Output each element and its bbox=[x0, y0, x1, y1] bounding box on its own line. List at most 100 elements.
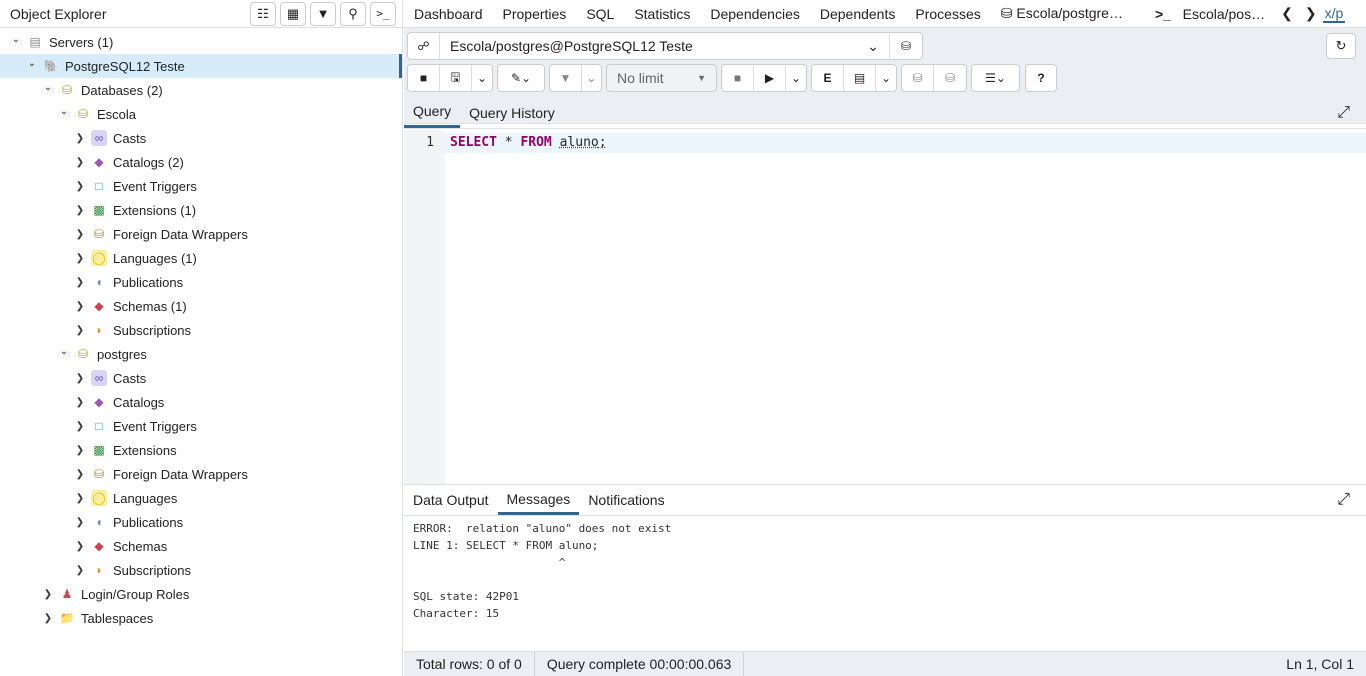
chevron-right-icon[interactable]: ❯ bbox=[73, 181, 87, 192]
tree-item[interactable]: ❯ ◖ Publications bbox=[0, 270, 402, 294]
sql-editor[interactable]: 1 SELECT * FROM aluno; bbox=[404, 130, 1366, 484]
tab-messages[interactable]: Messages bbox=[497, 485, 580, 515]
execute-button[interactable]: ▶ bbox=[754, 65, 786, 91]
tab-dashboard[interactable]: Dashboard bbox=[404, 6, 493, 22]
open-file-button[interactable]: ■ bbox=[408, 65, 440, 91]
save-file-button[interactable]: 🖫 bbox=[440, 65, 472, 91]
chevron-right-icon[interactable]: ❯ bbox=[73, 493, 87, 504]
tab-dependencies[interactable]: Dependencies bbox=[700, 6, 810, 22]
expand-icon[interactable]: ⤢ bbox=[1337, 491, 1350, 509]
chevron-right-icon[interactable]: ❯ bbox=[73, 469, 87, 480]
tab-active-partial[interactable]: x/p bbox=[1322, 5, 1346, 23]
tree-item[interactable]: ❯ ◆ Catalogs bbox=[0, 390, 402, 414]
tree-item[interactable]: ❯ ◆ Schemas (1) bbox=[0, 294, 402, 318]
tab-properties[interactable]: Properties bbox=[493, 6, 577, 22]
tree-item-label: Escola bbox=[97, 106, 137, 122]
tab-dependents[interactable]: Dependents bbox=[810, 6, 906, 22]
tree-item-label: Login/Group Roles bbox=[81, 586, 190, 602]
tab-scroll-left[interactable]: ❮ bbox=[1275, 5, 1299, 22]
tab-statistics[interactable]: Statistics bbox=[624, 6, 700, 22]
tree-item[interactable]: ❯ ⛁ Foreign Data Wrappers bbox=[0, 462, 402, 486]
tree-item[interactable]: ⌄ 🐘 PostgreSQL12 Teste bbox=[0, 54, 402, 78]
chevron-right-icon[interactable]: ❯ bbox=[73, 445, 87, 456]
connection-status-icon[interactable]: ☍ bbox=[408, 33, 440, 59]
chevron-right-icon[interactable]: ❯ bbox=[41, 589, 55, 600]
filter-rows-button[interactable]: ▼ bbox=[310, 1, 336, 26]
chevron-right-icon[interactable]: ❯ bbox=[73, 541, 87, 552]
execute-options-dropdown[interactable]: ⌄ bbox=[786, 65, 806, 91]
tree-item[interactable]: ⌄ ⛁ postgres bbox=[0, 342, 402, 366]
tree-item[interactable]: ⌄ ⛁ Escola bbox=[0, 102, 402, 126]
view-data-button[interactable]: ▦ bbox=[280, 1, 306, 26]
tab-sql[interactable]: SQL bbox=[576, 6, 624, 22]
edit-dropdown[interactable]: ✎⌄ bbox=[497, 64, 545, 92]
chevron-down-icon[interactable]: ⌄ bbox=[41, 82, 55, 93]
tree-item[interactable]: ❯ ◆ Catalogs (2) bbox=[0, 150, 402, 174]
query-tool-button[interactable]: ☷ bbox=[250, 1, 276, 26]
tab-psql[interactable]: >_ Escola/pos… bbox=[1133, 6, 1275, 22]
help-button[interactable]: ? bbox=[1025, 64, 1057, 92]
save-options-dropdown[interactable]: ⌄ bbox=[472, 65, 492, 91]
chevron-down-icon[interactable]: ⌄ bbox=[25, 58, 39, 69]
tab-processes[interactable]: Processes bbox=[905, 6, 990, 22]
chevron-right-icon[interactable]: ❯ bbox=[73, 253, 87, 264]
macros-dropdown[interactable]: ☰⌄ bbox=[971, 64, 1020, 92]
explain-analyze-button[interactable]: ▤ bbox=[844, 65, 876, 91]
chevron-down-icon[interactable]: ⌄ bbox=[57, 106, 71, 117]
tree-item[interactable]: ❯ ▩ Extensions bbox=[0, 438, 402, 462]
tree-item[interactable]: ❯ ◗ Subscriptions bbox=[0, 318, 402, 342]
tree-item[interactable]: ❯ ◆ Schemas bbox=[0, 534, 402, 558]
expand-icon[interactable]: ⤢ bbox=[1337, 104, 1350, 122]
tree-item[interactable]: ⌄ ⛁ Databases (2) bbox=[0, 78, 402, 102]
rollback-button[interactable]: ⛁ bbox=[934, 65, 966, 91]
chevron-right-icon[interactable]: ❯ bbox=[73, 133, 87, 144]
tree-item[interactable]: ❯ ◯ Languages (1) bbox=[0, 246, 402, 270]
stop-button[interactable]: ■ bbox=[722, 65, 754, 91]
tab-data-output[interactable]: Data Output bbox=[404, 485, 498, 515]
tree-item[interactable]: ❯ ◖ Publications bbox=[0, 510, 402, 534]
chevron-right-icon[interactable]: ❯ bbox=[73, 565, 87, 576]
chevron-right-icon[interactable]: ❯ bbox=[73, 229, 87, 240]
refresh-button[interactable]: ↻ bbox=[1326, 33, 1356, 59]
tree-item[interactable]: ❯ ∞ Casts bbox=[0, 126, 402, 150]
chevron-right-icon[interactable]: ❯ bbox=[73, 325, 87, 336]
chevron-right-icon[interactable]: ❯ bbox=[73, 373, 87, 384]
tree-item[interactable]: ❯ ▩ Extensions (1) bbox=[0, 198, 402, 222]
tree-item[interactable]: ⌄ ▤ Servers (1) bbox=[0, 30, 402, 54]
tree-item[interactable]: ❯ ♟ Login/Group Roles bbox=[0, 582, 402, 606]
tab-query-history[interactable]: Query History bbox=[460, 97, 564, 128]
tree-item[interactable]: ❯ □ Event Triggers bbox=[0, 414, 402, 438]
row-limit-select[interactable]: No limit ▼ bbox=[606, 64, 717, 92]
psql-tool-button[interactable]: >_ bbox=[370, 1, 396, 26]
chevron-right-icon[interactable]: ❯ bbox=[73, 397, 87, 408]
chevron-down-icon[interactable]: ⌄ bbox=[57, 346, 71, 357]
tree-item[interactable]: ❯ ◗ Subscriptions bbox=[0, 558, 402, 582]
chevron-right-icon[interactable]: ❯ bbox=[73, 517, 87, 528]
search-button[interactable]: ⚲ bbox=[340, 1, 366, 26]
explain-options-dropdown[interactable]: ⌄ bbox=[876, 65, 896, 91]
tree-item[interactable]: ❯ 📁 Tablespaces bbox=[0, 606, 402, 630]
commit-button[interactable]: ⛁ bbox=[902, 65, 935, 91]
tab-query-tool[interactable]: ⛁ Escola/postgre… bbox=[991, 5, 1133, 22]
pencil-icon: ✎⌄ bbox=[510, 71, 532, 85]
tree-item[interactable]: ❯ ⛁ Foreign Data Wrappers bbox=[0, 222, 402, 246]
filter-dropdown[interactable]: ⌄ bbox=[582, 65, 601, 91]
chevron-right-icon[interactable]: ❯ bbox=[73, 421, 87, 432]
tree-item[interactable]: ❯ □ Event Triggers bbox=[0, 174, 402, 198]
tab-scroll-right[interactable]: ❯ bbox=[1299, 5, 1323, 22]
filter-button[interactable]: ▼ bbox=[550, 65, 582, 91]
chevron-right-icon[interactable]: ❯ bbox=[73, 205, 87, 216]
chevron-right-icon[interactable]: ❯ bbox=[73, 157, 87, 168]
explain-button[interactable]: E bbox=[812, 65, 844, 91]
tree-item[interactable]: ❯ ∞ Casts bbox=[0, 366, 402, 390]
explain-group: E ▤ ⌄ bbox=[811, 64, 897, 92]
tab-notifications[interactable]: Notifications bbox=[579, 485, 673, 515]
tree-item[interactable]: ❯ ◯ Languages bbox=[0, 486, 402, 510]
connection-select[interactable]: Escola/postgres@PostgreSQL12 Teste ⌄ bbox=[440, 33, 890, 59]
chevron-right-icon[interactable]: ❯ bbox=[41, 613, 55, 624]
chevron-right-icon[interactable]: ❯ bbox=[73, 277, 87, 288]
chevron-down-icon[interactable]: ⌄ bbox=[9, 34, 23, 45]
new-connection-button[interactable]: ⛁ bbox=[890, 33, 922, 59]
tab-query[interactable]: Query bbox=[404, 97, 461, 128]
chevron-right-icon[interactable]: ❯ bbox=[73, 301, 87, 312]
